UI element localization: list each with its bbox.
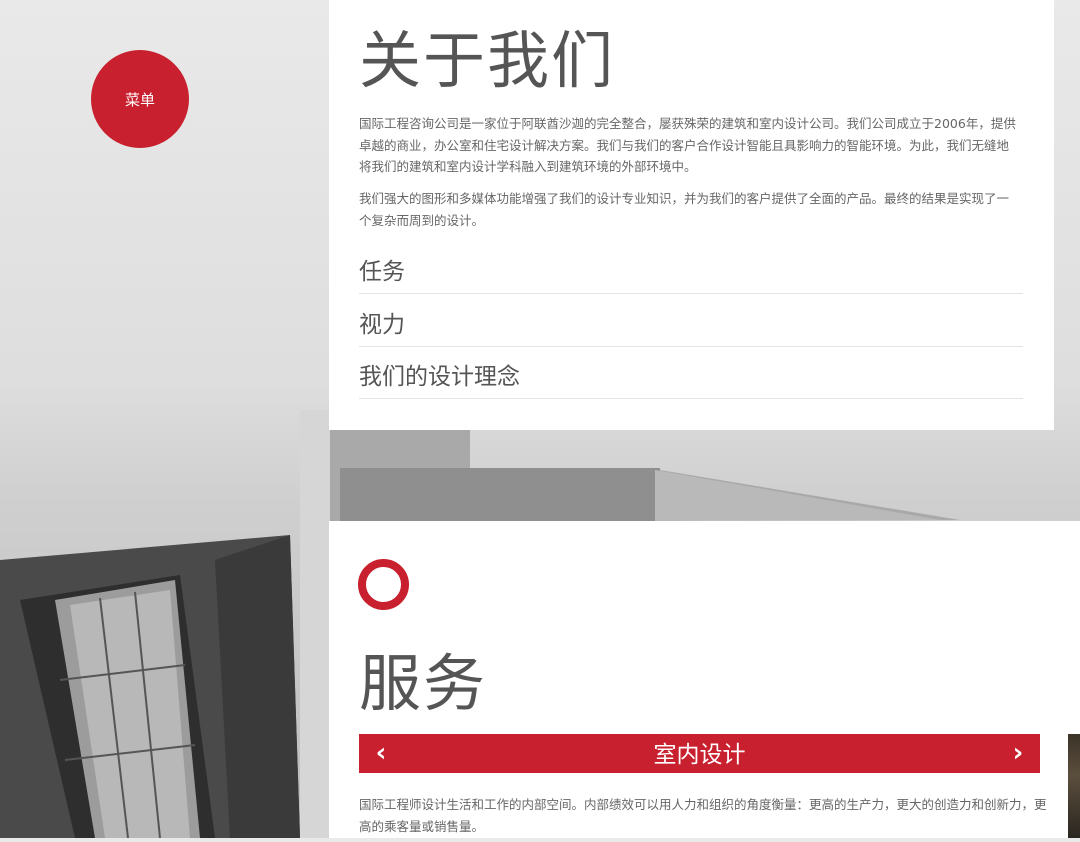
menu-button[interactable]: 菜单 bbox=[91, 50, 189, 148]
services-title: 服务 bbox=[359, 647, 488, 720]
edge-photo-thumbnail bbox=[1068, 734, 1080, 838]
menu-label: 菜单 bbox=[124, 90, 155, 109]
chevron-right-icon[interactable]: › bbox=[998, 734, 1038, 773]
about-paragraph-2: 我们强大的图形和多媒体功能增强了我们的设计专业知识，并为我们的客户提供了全面的产… bbox=[359, 191, 1010, 228]
accordion-label: 视力 bbox=[359, 312, 405, 338]
about-section: 关于我们 国际工程咨询公司是一家位于阿联酋沙迦的完全整合，屡获殊荣的建筑和室内设… bbox=[329, 0, 1054, 430]
slider-title: 室内设计 bbox=[653, 742, 746, 768]
about-title: 关于我们 bbox=[359, 24, 616, 97]
services-section: 服务 ‹ 室内设计 › 国际工程师设计生活和工作的内部空间。内部绩效可以用人力和… bbox=[329, 521, 1080, 838]
ring-icon bbox=[358, 559, 409, 610]
accordion-item-design-philosophy[interactable]: 我们的设计理念 bbox=[359, 358, 1023, 399]
services-slider-bar: ‹ 室内设计 › bbox=[359, 734, 1040, 773]
accordion-item-vision[interactable]: 视力 bbox=[359, 306, 1023, 347]
accordion-item-mission[interactable]: 任务 bbox=[359, 253, 1023, 294]
services-description: 国际工程师设计生活和工作的内部空间。内部绩效可以用人力和组织的角度衡量：更高的生… bbox=[359, 797, 1047, 834]
accordion-label: 任务 bbox=[359, 259, 405, 285]
accordion-label: 我们的设计理念 bbox=[359, 364, 520, 390]
about-paragraph-1: 国际工程咨询公司是一家位于阿联酋沙迦的完全整合，屡获殊荣的建筑和室内设计公司。我… bbox=[359, 116, 1016, 174]
